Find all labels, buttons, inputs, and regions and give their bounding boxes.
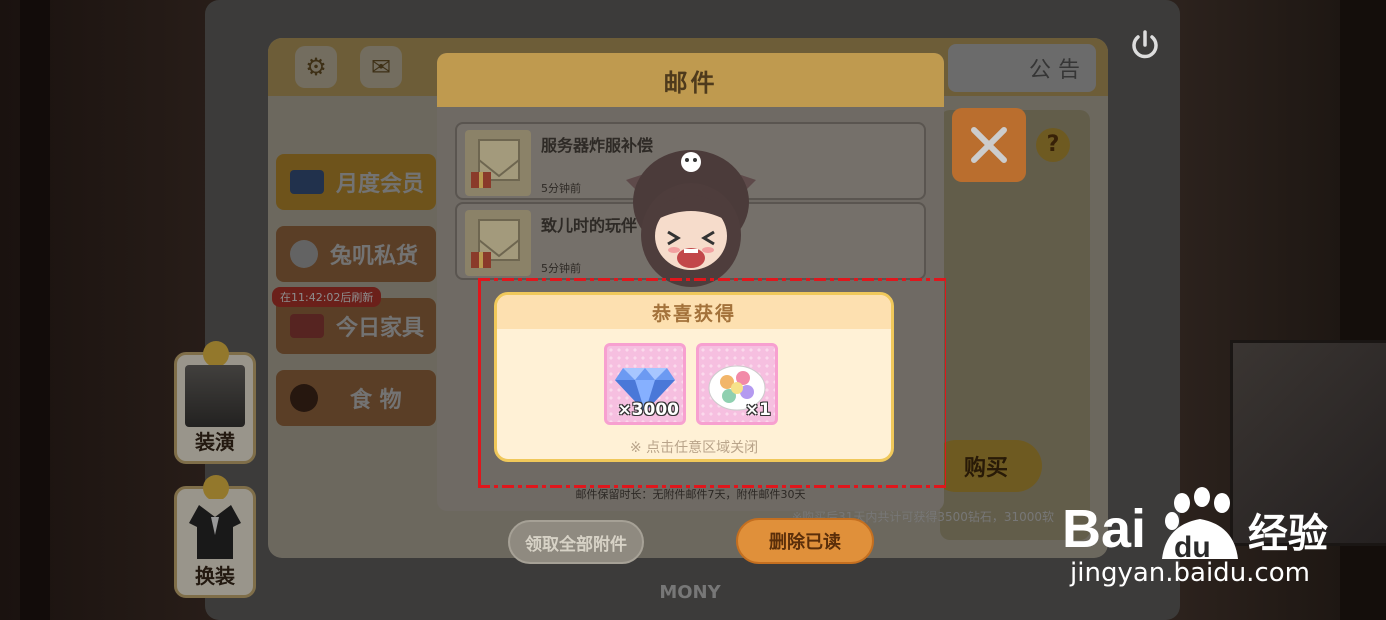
food-bowl-icon [290,384,318,412]
mail-dialog-title: 邮件 [437,53,944,107]
category-label: 食 物 [350,388,402,413]
mail-time: 5分钟前 [541,262,581,275]
category-label: 今日家具 [336,316,425,341]
category-label: 月度会员 [336,172,425,197]
envelope-gift-icon [465,210,531,276]
highlight-annotation [478,278,948,488]
side-tab-knob [203,341,229,367]
power-icon[interactable] [1128,28,1162,62]
settings-icon[interactable]: ⚙ [295,46,337,88]
mail-icon[interactable]: ✉ [360,46,402,88]
collect-all-label: 领取全部附件 [525,534,627,555]
tv-brand-label: MONY [659,582,721,603]
watermark-url: jingyan.baidu.com [1070,558,1310,588]
category-monthly-member[interactable]: 月度会员 [276,154,436,210]
buy-label: 购买 [963,456,1008,481]
mail-time: 5分钟前 [541,182,581,195]
dress-up-label: 换装 [195,564,235,588]
help-icon[interactable]: ? [1036,128,1070,162]
refresh-timer: 在11:42:02后刷新 [272,287,382,307]
category-label: 兔叽私货 [330,244,419,269]
room-pillar-left [20,0,50,620]
dress-up-button[interactable]: 换装 [174,475,256,598]
furniture-icon [290,314,324,338]
close-icon[interactable] [952,108,1026,182]
mail-retention-note: 邮件保留时长：无附件邮件7天，附件邮件30天 [575,488,806,501]
svg-text:经验: 经验 [1248,511,1328,557]
collect-all-button[interactable]: 领取全部附件 [508,520,644,564]
category-food[interactable]: 食 物 [276,370,436,426]
kitchen-thumbnail [185,365,245,427]
card-icon [290,170,324,194]
category-rabbit-goods[interactable]: 兔叽私货 [276,226,436,282]
rabbit-icon [290,240,318,268]
close-x-glyph [971,127,1007,163]
mascot-character [626,150,756,287]
decorate-label: 装潢 [195,430,235,454]
delete-read-button[interactable]: 删除已读 [736,518,874,564]
svg-text:Bai: Bai [1062,499,1146,559]
side-tab-knob [203,475,229,501]
announcement-tab[interactable]: 公 告 [948,44,1096,92]
decorate-button[interactable]: 装潢 [174,341,256,464]
envelope-gift-icon [465,130,531,196]
suit-thumbnail [185,499,245,561]
delete-read-label: 删除已读 [769,532,841,553]
